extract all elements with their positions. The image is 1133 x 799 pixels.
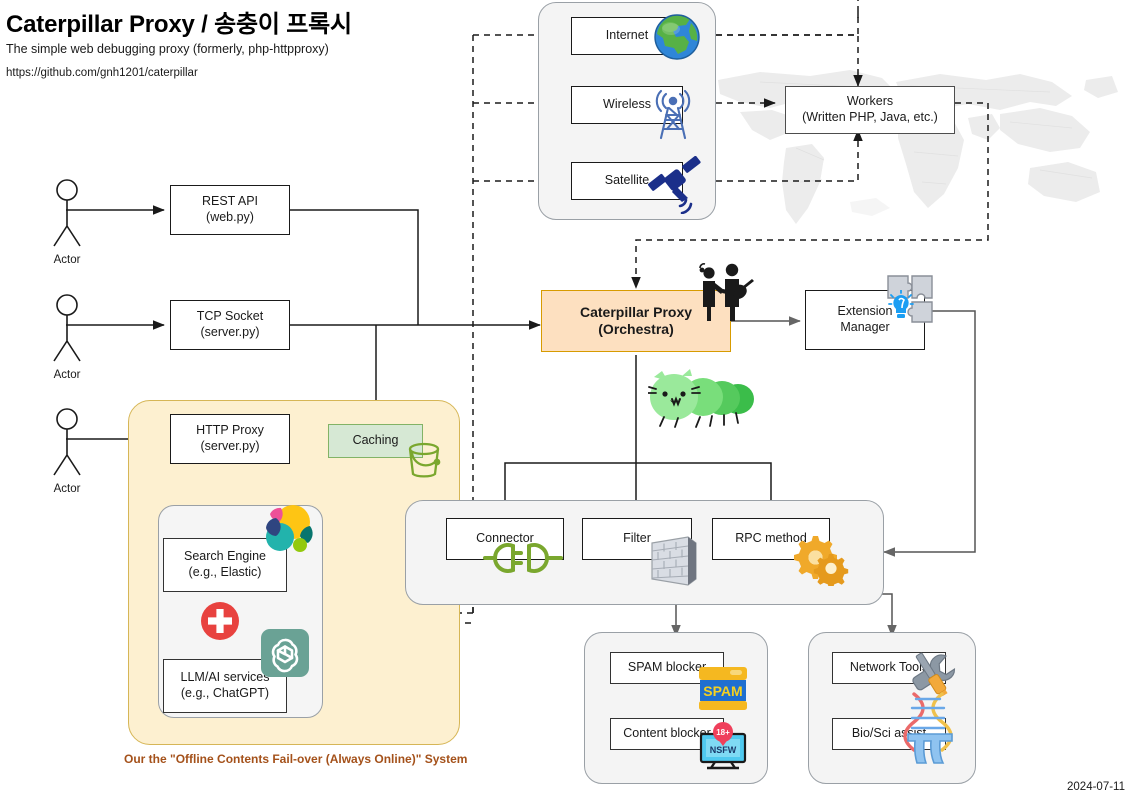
entrypoint-title: REST API	[201, 194, 259, 209]
actor-label: Actor	[53, 483, 81, 495]
filter-label: Filter	[623, 531, 651, 546]
entrypoint-title: TCP Socket	[196, 309, 264, 324]
ext-subtitle: Manager	[840, 320, 890, 334]
workers-box[interactable]: Workers (Written PHP, Java, etc.)	[785, 86, 955, 134]
entrypoint-tcp-socket[interactable]: TCP Socket (server.py)	[170, 300, 290, 350]
network-label: Satellite	[604, 173, 650, 188]
actor-figure-icon	[53, 179, 81, 247]
rpc-method-box[interactable]: RPC method	[712, 518, 830, 560]
network-internet-box[interactable]: Internet	[571, 17, 683, 55]
entrypoint-subtitle: (server.py)	[200, 325, 260, 339]
proxy-title: Caterpillar Proxy	[579, 303, 693, 320]
caterpillar-proxy-box[interactable]: Caterpillar Proxy (Orchestra)	[541, 290, 731, 352]
bio-sci-label: Bio/Sci assist	[851, 726, 927, 741]
rpc-label: RPC method	[735, 531, 807, 546]
actor-rest: Actor	[36, 178, 98, 266]
extension-manager-box[interactable]: Extension Manager	[805, 290, 925, 350]
entrypoint-subtitle: (web.py)	[206, 210, 254, 224]
actor-http: Actor	[36, 407, 98, 495]
network-label: Internet	[605, 28, 649, 43]
search-engine-box[interactable]: Search Engine (e.g., Elastic)	[163, 538, 287, 592]
llm-subtitle: (e.g., ChatGPT)	[180, 686, 270, 700]
search-engine-title: Search Engine	[183, 549, 266, 564]
workers-title: Workers	[846, 94, 894, 109]
network-tools-label: Network Tools	[849, 660, 929, 675]
llm-title: LLM/AI services	[180, 670, 270, 685]
connector-label: Connector	[476, 531, 534, 546]
network-wireless-box[interactable]: Wireless	[571, 86, 683, 124]
caching-label: Caching	[352, 433, 399, 448]
network-label: Wireless	[603, 97, 651, 112]
entrypoint-subtitle: (server.py)	[200, 439, 260, 453]
proxy-subtitle: (Orchestra)	[598, 321, 674, 337]
search-engine-subtitle: (e.g., Elastic)	[188, 565, 262, 579]
caching-box[interactable]: Caching	[328, 424, 423, 458]
network-satellite-box[interactable]: Satellite	[571, 162, 683, 200]
diagram-canvas: Caterpillar Proxy / 송충이 프록시 The simple w…	[0, 0, 1133, 799]
actor-figure-icon	[53, 294, 81, 362]
spam-blocker-box[interactable]: SPAM blocker	[610, 652, 724, 684]
bio-sci-assist-box[interactable]: Bio/Sci assist	[832, 718, 946, 750]
offline-group-caption: Our the "Offline Contents Fail-over (Alw…	[124, 752, 468, 766]
content-blocker-box[interactable]: Content blocker	[610, 718, 724, 750]
spam-blocker-label: SPAM blocker	[627, 660, 707, 675]
entrypoint-http-proxy[interactable]: HTTP Proxy (server.py)	[170, 414, 290, 464]
filter-box[interactable]: Filter	[582, 518, 692, 560]
workers-subtitle: (Written PHP, Java, etc.)	[802, 110, 938, 124]
llm-services-box[interactable]: LLM/AI services (e.g., ChatGPT)	[163, 659, 287, 713]
entrypoint-title: HTTP Proxy	[196, 423, 264, 438]
entrypoint-rest-api[interactable]: REST API (web.py)	[170, 185, 290, 235]
connector-box[interactable]: Connector	[446, 518, 564, 560]
content-blocker-label: Content blocker	[623, 726, 711, 741]
network-tools-box[interactable]: Network Tools	[832, 652, 946, 684]
actor-tcp: Actor	[36, 293, 98, 381]
actor-label: Actor	[53, 254, 81, 266]
actor-figure-icon	[53, 408, 81, 476]
ext-title: Extension	[837, 304, 893, 319]
actor-label: Actor	[53, 369, 81, 381]
